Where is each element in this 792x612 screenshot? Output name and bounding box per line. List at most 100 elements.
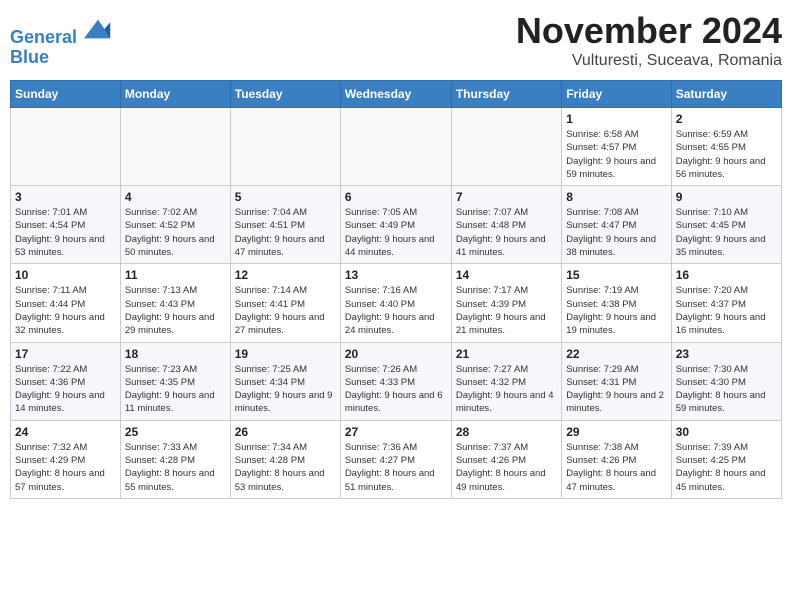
calendar-cell: 19 Sunrise: 7:25 AM Sunset: 4:34 PM Dayli…	[230, 342, 340, 420]
calendar-cell	[340, 108, 451, 186]
day-info: Sunrise: 7:19 AM Sunset: 4:38 PM Dayligh…	[566, 284, 666, 337]
calendar-cell	[120, 108, 230, 186]
header-thursday: Thursday	[451, 81, 561, 108]
calendar-cell: 18 Sunrise: 7:23 AM Sunset: 4:35 PM Dayli…	[120, 342, 230, 420]
day-info: Sunrise: 7:17 AM Sunset: 4:39 PM Dayligh…	[456, 284, 557, 337]
day-info: Sunrise: 7:16 AM Sunset: 4:40 PM Dayligh…	[345, 284, 447, 337]
calendar-cell: 21 Sunrise: 7:27 AM Sunset: 4:32 PM Dayli…	[451, 342, 561, 420]
header-saturday: Saturday	[671, 81, 781, 108]
calendar-cell: 7 Sunrise: 7:07 AM Sunset: 4:48 PM Daylig…	[451, 186, 561, 264]
calendar-cell: 12 Sunrise: 7:14 AM Sunset: 4:41 PM Dayli…	[230, 264, 340, 342]
calendar-cell: 11Sunrise: 7:13 AM Sunset: 4:43 PM Dayli…	[120, 264, 230, 342]
calendar-cell: 13 Sunrise: 7:16 AM Sunset: 4:40 PM Dayli…	[340, 264, 451, 342]
day-number: 9	[676, 190, 777, 204]
calendar-week-5: 24 Sunrise: 7:32 AM Sunset: 4:29 PM Dayli…	[11, 420, 782, 498]
day-info: Sunrise: 7:37 AM Sunset: 4:26 PM Dayligh…	[456, 441, 557, 494]
day-info: Sunrise: 7:11 AM Sunset: 4:44 PM Dayligh…	[15, 284, 116, 337]
day-number: 21	[456, 347, 557, 361]
day-info: Sunrise: 6:58 AM Sunset: 4:57 PM Dayligh…	[566, 128, 666, 181]
calendar-week-1: 1 Sunrise: 6:58 AM Sunset: 4:57 PM Daylig…	[11, 108, 782, 186]
day-number: 28	[456, 425, 557, 439]
day-info: Sunrise: 7:27 AM Sunset: 4:32 PM Dayligh…	[456, 363, 557, 416]
day-info: Sunrise: 7:02 AM Sunset: 4:52 PM Dayligh…	[125, 206, 226, 259]
day-info: Sunrise: 7:26 AM Sunset: 4:33 PM Dayligh…	[345, 363, 447, 416]
calendar-title: November 2024	[516, 10, 782, 52]
page-header: General Blue November 2024 Vulturesti, S…	[10, 10, 782, 70]
day-number: 12	[235, 268, 336, 282]
day-info: Sunrise: 7:23 AM Sunset: 4:35 PM Dayligh…	[125, 363, 226, 416]
day-number: 4	[125, 190, 226, 204]
day-info: Sunrise: 7:20 AM Sunset: 4:37 PM Dayligh…	[676, 284, 777, 337]
calendar-cell: 9 Sunrise: 7:10 AM Sunset: 4:45 PM Daylig…	[671, 186, 781, 264]
calendar-cell	[451, 108, 561, 186]
calendar-table: Sunday Monday Tuesday Wednesday Thursday…	[10, 80, 782, 499]
day-number: 17	[15, 347, 116, 361]
day-number: 13	[345, 268, 447, 282]
day-number: 20	[345, 347, 447, 361]
day-info: Sunrise: 7:38 AM Sunset: 4:26 PM Dayligh…	[566, 441, 666, 494]
day-info: Sunrise: 7:14 AM Sunset: 4:41 PM Dayligh…	[235, 284, 336, 337]
day-info: Sunrise: 7:10 AM Sunset: 4:45 PM Dayligh…	[676, 206, 777, 259]
day-number: 7	[456, 190, 557, 204]
calendar-header-row: Sunday Monday Tuesday Wednesday Thursday…	[11, 81, 782, 108]
day-number: 10	[15, 268, 116, 282]
calendar-cell: 4 Sunrise: 7:02 AM Sunset: 4:52 PM Daylig…	[120, 186, 230, 264]
calendar-subtitle: Vulturesti, Suceava, Romania	[516, 52, 782, 70]
calendar-cell: 27 Sunrise: 7:36 AM Sunset: 4:27 PM Dayli…	[340, 420, 451, 498]
title-section: November 2024 Vulturesti, Suceava, Roman…	[516, 10, 782, 70]
day-info: Sunrise: 7:32 AM Sunset: 4:29 PM Dayligh…	[15, 441, 116, 494]
day-info: Sunrise: 7:22 AM Sunset: 4:36 PM Dayligh…	[15, 363, 116, 416]
day-info: Sunrise: 7:01 AM Sunset: 4:54 PM Dayligh…	[15, 206, 116, 259]
calendar-cell: 25Sunrise: 7:33 AM Sunset: 4:28 PM Dayli…	[120, 420, 230, 498]
header-sunday: Sunday	[11, 81, 121, 108]
day-info: Sunrise: 7:25 AM Sunset: 4:34 PM Dayligh…	[235, 363, 336, 416]
day-number: 6	[345, 190, 447, 204]
day-number: 14	[456, 268, 557, 282]
calendar-cell: 1 Sunrise: 6:58 AM Sunset: 4:57 PM Daylig…	[562, 108, 671, 186]
calendar-cell: 22Sunrise: 7:29 AM Sunset: 4:31 PM Dayli…	[562, 342, 671, 420]
calendar-cell: 23Sunrise: 7:30 AM Sunset: 4:30 PM Dayli…	[671, 342, 781, 420]
calendar-cell: 28 Sunrise: 7:37 AM Sunset: 4:26 PM Dayli…	[451, 420, 561, 498]
calendar-week-3: 10 Sunrise: 7:11 AM Sunset: 4:44 PM Dayli…	[11, 264, 782, 342]
logo-general: General	[10, 27, 77, 47]
day-info: Sunrise: 7:04 AM Sunset: 4:51 PM Dayligh…	[235, 206, 336, 259]
calendar-cell: 24 Sunrise: 7:32 AM Sunset: 4:29 PM Dayli…	[11, 420, 121, 498]
calendar-cell: 30Sunrise: 7:39 AM Sunset: 4:25 PM Dayli…	[671, 420, 781, 498]
day-number: 2	[676, 112, 777, 126]
day-info: Sunrise: 7:30 AM Sunset: 4:30 PM Dayligh…	[676, 363, 777, 416]
day-number: 24	[15, 425, 116, 439]
day-number: 27	[345, 425, 447, 439]
day-number: 19	[235, 347, 336, 361]
logo-icon	[84, 15, 112, 43]
header-tuesday: Tuesday	[230, 81, 340, 108]
calendar-cell: 2Sunrise: 6:59 AM Sunset: 4:55 PM Daylig…	[671, 108, 781, 186]
calendar-cell: 29 Sunrise: 7:38 AM Sunset: 4:26 PM Dayli…	[562, 420, 671, 498]
calendar-cell: 5 Sunrise: 7:04 AM Sunset: 4:51 PM Daylig…	[230, 186, 340, 264]
calendar-cell: 16 Sunrise: 7:20 AM Sunset: 4:37 PM Dayli…	[671, 264, 781, 342]
day-number: 5	[235, 190, 336, 204]
day-info: Sunrise: 7:05 AM Sunset: 4:49 PM Dayligh…	[345, 206, 447, 259]
day-info: Sunrise: 7:36 AM Sunset: 4:27 PM Dayligh…	[345, 441, 447, 494]
day-number: 1	[566, 112, 666, 126]
calendar-cell: 10 Sunrise: 7:11 AM Sunset: 4:44 PM Dayli…	[11, 264, 121, 342]
header-wednesday: Wednesday	[340, 81, 451, 108]
day-info: Sunrise: 7:13 AM Sunset: 4:43 PM Dayligh…	[125, 284, 226, 337]
day-number: 18	[125, 347, 226, 361]
calendar-cell: 3 Sunrise: 7:01 AM Sunset: 4:54 PM Daylig…	[11, 186, 121, 264]
calendar-cell: 26Sunrise: 7:34 AM Sunset: 4:28 PM Dayli…	[230, 420, 340, 498]
day-info: Sunrise: 7:07 AM Sunset: 4:48 PM Dayligh…	[456, 206, 557, 259]
day-number: 3	[15, 190, 116, 204]
day-number: 26	[235, 425, 336, 439]
logo-blue: Blue	[10, 48, 112, 68]
day-info: Sunrise: 7:33 AM Sunset: 4:28 PM Dayligh…	[125, 441, 226, 494]
day-info: Sunrise: 7:08 AM Sunset: 4:47 PM Dayligh…	[566, 206, 666, 259]
calendar-cell: 15 Sunrise: 7:19 AM Sunset: 4:38 PM Dayli…	[562, 264, 671, 342]
day-info: Sunrise: 7:39 AM Sunset: 4:25 PM Dayligh…	[676, 441, 777, 494]
day-number: 15	[566, 268, 666, 282]
calendar-cell: 17 Sunrise: 7:22 AM Sunset: 4:36 PM Dayli…	[11, 342, 121, 420]
day-number: 16	[676, 268, 777, 282]
day-number: 29	[566, 425, 666, 439]
header-friday: Friday	[562, 81, 671, 108]
logo-text: General	[10, 15, 112, 48]
day-number: 22	[566, 347, 666, 361]
